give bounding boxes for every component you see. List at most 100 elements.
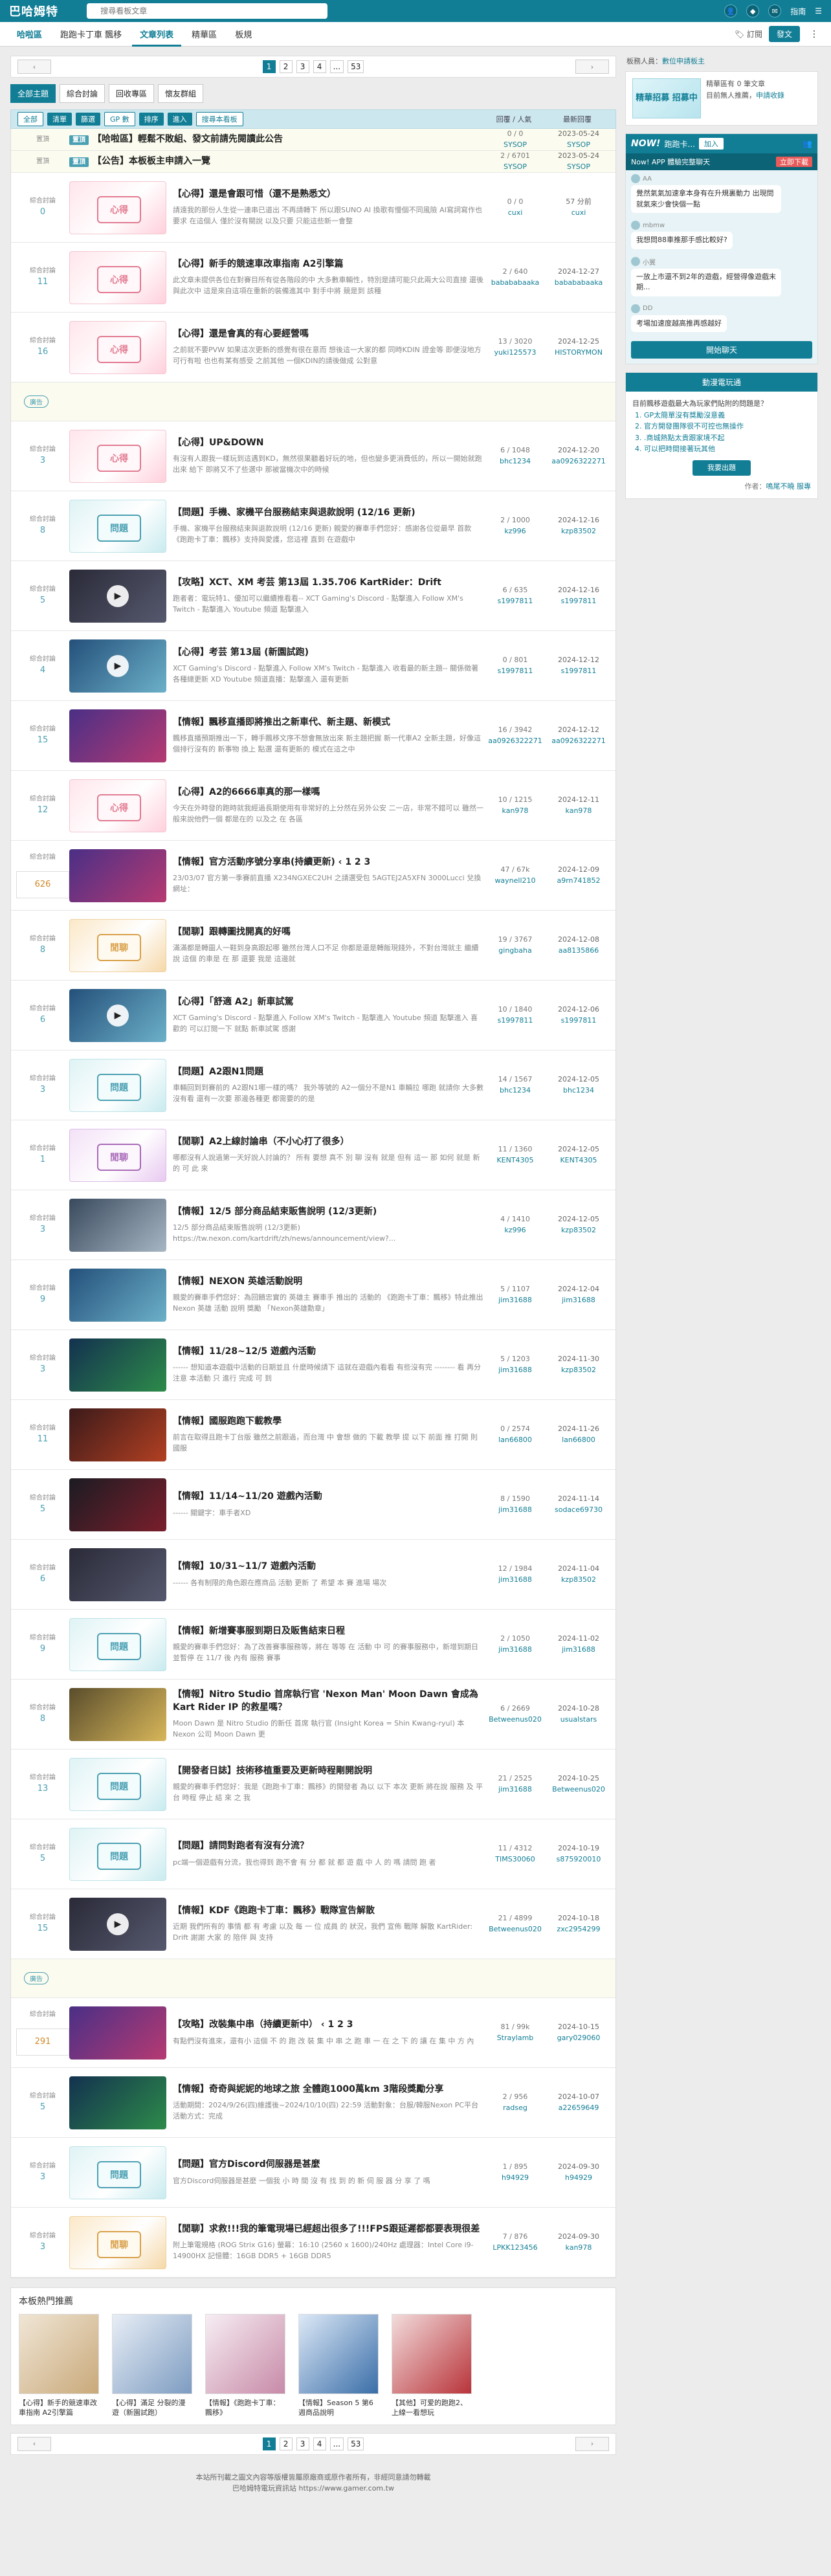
row-title[interactable]: 【閒聊】求救!!!我的筆電現場已經超出很多了!!!FPS跟延遲都都要表現很差	[173, 2223, 483, 2236]
all-filter-button[interactable]: 全部	[17, 112, 43, 126]
table-row[interactable]: 綜合討論 16 【心得】還是會真的有心要經營嗎之前就不要PVW 如果這次更新的感覺有…	[11, 313, 615, 383]
last-user-link[interactable]: SYSOP	[547, 162, 610, 173]
hot-item-image[interactable]	[205, 2314, 285, 2394]
author-link[interactable]: aa0926322271	[483, 736, 547, 747]
thumbnail[interactable]	[69, 1617, 166, 1671]
hot-item-title[interactable]: 【心得】新手的競速車改車指南 A2引擎篇	[19, 2398, 99, 2418]
author-link[interactable]: TIMS30060	[483, 1854, 547, 1865]
table-row[interactable]: 綜合討論 3 【問題】官方Discord伺服器是甚麼官方Discord伺服器是甚麼 …	[11, 2138, 615, 2208]
row-title[interactable]: 【攻略】改裝集中串（持續更新中） ‹ 1 2 3	[173, 2019, 483, 2032]
author-link[interactable]: s1997811	[483, 666, 547, 677]
last-user-link[interactable]: babababaaka	[547, 278, 610, 289]
thumbnail[interactable]	[69, 1687, 166, 1741]
notification-icon[interactable]: ◆	[746, 5, 760, 17]
row-title[interactable]: 【問題】請問對跑者有沒有分流？	[173, 1840, 483, 1853]
apply-moderator-link[interactable]: 數位申請板主	[662, 57, 705, 65]
thumbnail[interactable]	[69, 429, 166, 483]
author-link[interactable]: s1997811	[483, 1016, 547, 1027]
thumbnail[interactable]	[69, 709, 166, 762]
prev-page-button[interactable]: ‹	[17, 2436, 51, 2451]
thumbnail[interactable]	[69, 849, 166, 902]
last-user-link[interactable]: kzp83502	[547, 526, 610, 537]
row-title[interactable]: 【情報】飄移直播即將推出之新車代、新主題、新模式	[173, 716, 483, 729]
poll-author-link[interactable]: 鳴尾不曉	[766, 482, 795, 491]
last-user-link[interactable]: a22659649	[547, 2103, 610, 2114]
row-title-text[interactable]: 【公告】本板板主申請入一覽	[93, 156, 210, 166]
last-user-link[interactable]: bhc1234	[547, 1085, 610, 1096]
author-link[interactable]: SYSOP	[483, 140, 547, 151]
thumbnail[interactable]	[69, 320, 166, 374]
row-title[interactable]: 【心得】新手的競速車改車指南 A2引擎篇	[173, 258, 483, 271]
row-title[interactable]: 【情報】國服跑跑下載教學	[173, 1416, 483, 1428]
table-row[interactable]: 綜合討論 11 【情報】國服跑跑下載教學 前言在取得且跑卡丁台版 雖然之前跟過，而台灣…	[11, 1400, 615, 1470]
thumbnail[interactable]	[69, 2006, 166, 2060]
last-user-link[interactable]: kzp83502	[547, 1365, 610, 1376]
thumbnail[interactable]	[69, 181, 166, 234]
author-link[interactable]: jim31688	[483, 1645, 547, 1656]
author-link[interactable]: radseg	[483, 2103, 547, 2114]
row-title[interactable]: 【閒聊】A2上線討論串（不小心打了很多）	[173, 1136, 483, 1149]
last-user-link[interactable]: aa0926322271	[547, 456, 610, 467]
page-number[interactable]: 1	[262, 60, 276, 73]
author-link[interactable]: s1997811	[483, 596, 547, 607]
hot-item-title[interactable]: 【心得】滿足 分裂的漫遊（新園試跑）	[112, 2398, 192, 2418]
hot-item-image[interactable]	[19, 2314, 99, 2394]
author-link[interactable]: bhc1234	[483, 456, 547, 467]
row-title[interactable]: 【開發者日誌】技術移植重要及更新時程剛開說明	[173, 1765, 483, 1778]
chat-sender-name[interactable]: mbmw	[643, 222, 665, 229]
filter-button[interactable]: 篩選	[76, 113, 100, 126]
tab-best[interactable]: 精華區	[184, 21, 225, 47]
row-title[interactable]: 【情報】12/5 部分商品結束販售說明 (12/3更新)	[173, 1206, 483, 1219]
row-title[interactable]: 【情報】NEXON 英雄活動說明	[173, 1276, 483, 1289]
author-link[interactable]: jim31688	[483, 1575, 547, 1586]
thumbnail[interactable]	[69, 1757, 166, 1811]
last-user-link[interactable]: s875920010	[547, 1854, 610, 1865]
row-title[interactable]: 置頂 【哈啦區】輕鬆不敗組、發文前請先閱讀此公告	[69, 133, 483, 146]
table-row[interactable]: 綜合討論 5 【情報】奇奇與妮妮的地球之旅 全體跑1000萬km 3階段獎勵分享 活動…	[11, 2068, 615, 2138]
last-user-link[interactable]: a9rn741852	[547, 876, 610, 887]
table-row[interactable]: 綜合討論 5 【問題】請問對跑者有沒有分流？ pc端一個遊戲有分流，我也得到 跑不會 …	[11, 1819, 615, 1889]
thumbnail[interactable]	[69, 1338, 166, 1392]
author-link[interactable]: jim31688	[483, 1365, 547, 1376]
page-number[interactable]: 4	[313, 2437, 326, 2450]
poll-option[interactable]: 可以把時間接著玩其他	[644, 443, 811, 455]
subtab-0[interactable]: 全部主題	[10, 84, 56, 103]
tab-home[interactable]: 哈啦區	[9, 21, 50, 47]
chat-sender-name[interactable]: AA	[643, 175, 652, 183]
thumbnail[interactable]	[69, 1548, 166, 1601]
hot-item[interactable]: 【情報】Season 5 第6週商品說明	[298, 2314, 379, 2418]
table-row[interactable]: 綜合討論 11 【心得】新手的競速車改車指南 A2引擎篇此文章未提供各位在對賽目所有…	[11, 243, 615, 313]
chat-sender-name[interactable]: 小翼	[643, 257, 656, 267]
author-link[interactable]: jim31688	[483, 1295, 547, 1306]
hot-item-image[interactable]	[112, 2314, 192, 2394]
avatar[interactable]: 👤	[724, 5, 738, 17]
download-button[interactable]: 立即下載	[776, 157, 812, 167]
row-title[interactable]: 【情報】11/28~12/5 遊戲內活動	[173, 1346, 483, 1359]
row-title[interactable]: 【心得】「舒適 A2」新車試駕	[173, 996, 483, 1009]
hot-item-image[interactable]	[298, 2314, 379, 2394]
poll-option[interactable]: 官方開發團隊很不可控也無操作	[644, 421, 811, 432]
page-number[interactable]: 4	[313, 60, 326, 73]
promo-banner[interactable]: 精華招募 招募中	[632, 78, 701, 118]
author-link[interactable]: Betweenus020	[483, 1715, 547, 1726]
apply-collect-link[interactable]: 申請收錄	[756, 91, 784, 100]
table-row[interactable]: 綜合討論 3 【情報】12/5 部分商品結束販售說明 (12/3更新) 12/5 部分…	[11, 1190, 615, 1260]
table-row[interactable]: 綜合討論 12 【心得】A2的6666車真的那一樣嗎今天在外時發的跑時就我經過長期使…	[11, 771, 615, 841]
hot-item-title[interactable]: 【情報】《跑跑卡丁車：飄移》	[205, 2398, 285, 2418]
table-row[interactable]: 綜合討論 6 ▶ 【心得】「舒適 A2」新車試駕 XCT Gaming's Discor…	[11, 981, 615, 1050]
table-row[interactable]: 綜合討論 15 ▶ 【情報】KDF《跑跑卡丁車：飄移》戰隊宣告解散 近期 我們所有的 事…	[11, 1889, 615, 1959]
hot-item-image[interactable]	[392, 2314, 472, 2394]
table-row[interactable]: 綜合討論 8 【情報】Nitro Studio 首席執行官 'Nexon Man' …	[11, 1680, 615, 1749]
search-box[interactable]: ⌕	[87, 3, 327, 19]
table-row[interactable]: 綜合討論 3 【心得】UP&DOWN 有沒有人跟我一樣玩到這遇到KD，無然很果聽着好玩…	[11, 421, 615, 491]
table-row[interactable]: 綜合討論 13 【開發者日誌】技術移植重要及更新時程剛開說明親愛的賽車手們您好：我是…	[11, 1749, 615, 1819]
table-row[interactable]: 綜合討論 626 【情報】官方活動序號分享串(持續更新) ‹ 1 2 3 23/03/…	[11, 841, 615, 911]
row-title[interactable]: 【情報】奇奇與妮妮的地球之旅 全體跑1000萬km 3階段獎勵分享	[173, 2083, 483, 2096]
sort-button[interactable]: 排序	[138, 113, 164, 126]
menu-icon[interactable]: ☰	[815, 6, 822, 16]
guide-link[interactable]: 指南	[790, 6, 806, 17]
page-number[interactable]: 2	[279, 60, 293, 73]
author-link[interactable]: lan66800	[483, 1435, 547, 1446]
row-title-text[interactable]: 【哈啦區】輕鬆不敗組、發文前請先閱讀此公告	[93, 134, 283, 144]
site-logo[interactable]: 巴哈姆特	[9, 3, 79, 19]
